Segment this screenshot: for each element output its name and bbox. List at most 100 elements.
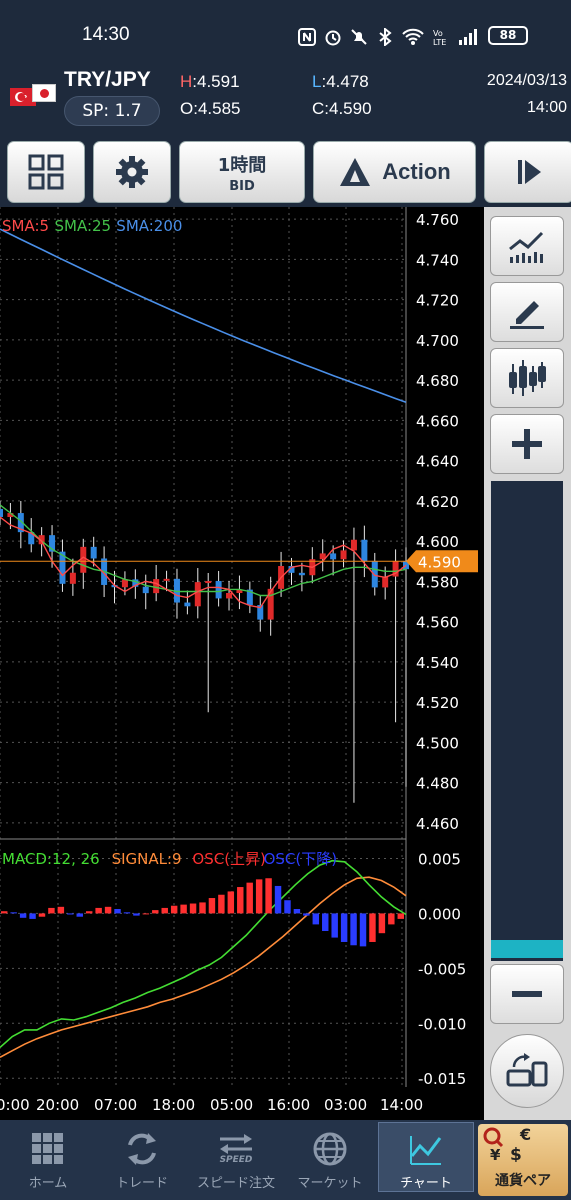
macd-osc-bar [237, 887, 244, 914]
macd-osc-bar [293, 909, 301, 914]
nav-market[interactable]: マーケット [282, 1122, 378, 1192]
macd-osc-bar [189, 903, 197, 914]
nav-chart[interactable]: チャート [378, 1122, 474, 1192]
low-value: :4.478 [321, 72, 369, 91]
bluetooth-icon [379, 28, 392, 46]
price-tick-label: 4.620 [416, 493, 459, 511]
close-price: C:4.590 [312, 99, 372, 118]
trade-arrows-icon [128, 1133, 156, 1165]
macd-tick-label: 0.000 [418, 905, 461, 923]
macd-osc-bar [265, 878, 272, 914]
settings-button[interactable] [93, 141, 171, 203]
plus-icon [512, 429, 542, 459]
spread-badge: SP: 1.7 [64, 96, 160, 126]
macd-osc-bar [85, 911, 93, 914]
status-bar: 14:30 Vo LTE 88 [0, 0, 571, 62]
macd-osc-bar [142, 913, 150, 915]
macd-tick-label: -0.010 [418, 1015, 466, 1033]
price-tick-label: 4.540 [416, 654, 459, 672]
time-tick-label: 07:00 [94, 1096, 137, 1114]
price-tick-label: 4.660 [416, 412, 459, 430]
rotate-screen-button[interactable] [490, 1034, 564, 1108]
svg-text:€: € [519, 1126, 531, 1144]
nav-speed-order[interactable]: SPEED スピード注文 [188, 1122, 284, 1192]
time-tick-label: 0:00 [0, 1096, 30, 1114]
mute-icon [351, 29, 367, 45]
candle-body [90, 546, 97, 559]
candle-body [267, 588, 274, 620]
action-button[interactable]: Action [313, 141, 476, 203]
currency-pair-name[interactable]: TRY/JPY [64, 68, 151, 92]
candle-body [142, 586, 149, 594]
candle-body [163, 578, 170, 581]
zoom-slider-track[interactable] [491, 481, 563, 961]
macd-osc-bar [312, 913, 320, 925]
nav-trade[interactable]: トレード [94, 1122, 190, 1192]
zoom-out-button[interactable] [490, 964, 564, 1024]
macd-osc-bar [104, 906, 112, 914]
quote-date: 2024/03/13 [486, 72, 567, 89]
candle-body [340, 550, 347, 560]
candle-body [153, 579, 160, 594]
price-tick-label: 4.760 [416, 211, 459, 229]
macd-legend-item: SIGNAL:9 [112, 850, 182, 868]
home-grid-icon [32, 1133, 63, 1164]
chart-canvas[interactable]: 4.760 4.740 4.720 4.700 4.680 4.660 4.640 4.620… [0, 207, 484, 1120]
svg-text:Vo: Vo [433, 29, 443, 38]
pencil-icon [510, 301, 544, 329]
candle-body [330, 553, 337, 560]
macd-tick-label: 0.005 [418, 850, 461, 868]
candle-body [121, 579, 128, 588]
price-tick-label: 4.600 [416, 533, 459, 551]
speed-badge: SPEED [219, 1155, 253, 1165]
nav-home[interactable]: ホーム [0, 1122, 96, 1192]
macd-osc-bar [274, 885, 282, 914]
macd-osc-bar [369, 913, 376, 942]
current-price-label: 4.590 [418, 553, 461, 571]
zoom-in-button[interactable] [490, 414, 564, 474]
status-time: 14:30 [82, 24, 130, 45]
price-tick-label: 4.460 [416, 815, 459, 833]
candle-body [298, 572, 305, 576]
macd-osc-bar [133, 913, 140, 916]
currency-search-icon: € ¥ $ [483, 1126, 531, 1162]
zoom-slider-thumb[interactable] [491, 940, 563, 958]
chart-area[interactable]: 4.760 4.740 4.720 4.700 4.680 4.660 4.640 4.620… [0, 207, 484, 1120]
high-key: H [180, 72, 193, 91]
layout-grid-button[interactable] [7, 141, 85, 203]
macd-line [0, 859, 407, 1048]
action-triangle-icon [340, 158, 371, 186]
draw-tool-button[interactable] [490, 282, 564, 342]
nav-speed-label: スピード注文 [196, 1176, 275, 1191]
candle-body [226, 593, 233, 599]
candle-body [80, 546, 87, 573]
macd-osc-bar [208, 898, 216, 914]
timeframe-label: 1時間 [217, 154, 267, 176]
candle-body [371, 560, 378, 588]
macd-osc-bar [397, 913, 404, 919]
macd-osc-bar [29, 913, 36, 919]
macd-osc-bar [246, 882, 253, 914]
play-icon [518, 160, 541, 184]
chart-legend-item: SMA:200 [116, 217, 182, 235]
status-icons: Vo LTE [298, 26, 498, 48]
speed-arrows-icon [220, 1134, 252, 1154]
macd-osc-bar [359, 913, 367, 947]
play-button[interactable] [484, 141, 571, 203]
gear-icon [116, 156, 148, 188]
chart-legend-item: SMA:5 [2, 217, 49, 235]
chart-legend-item: SMA:25 [55, 217, 112, 235]
sma200-line [0, 228, 407, 403]
grid-icon [28, 154, 64, 190]
indicator-button[interactable] [490, 216, 564, 276]
macd-osc-bar [255, 879, 263, 914]
timeframe-button[interactable]: 1時間 BID [179, 141, 305, 203]
macd-osc-bar [303, 913, 310, 916]
price-tick-label: 4.740 [416, 251, 459, 269]
candlestick-icon [509, 360, 546, 396]
time-tick-label: 18:00 [152, 1096, 195, 1114]
time-tick-label: 14:00 [380, 1096, 423, 1114]
nav-currency-pair[interactable]: € ¥ $ 通貨ペア [478, 1124, 568, 1196]
chart-type-button[interactable] [490, 348, 564, 408]
japan-flag-icon [32, 84, 56, 102]
